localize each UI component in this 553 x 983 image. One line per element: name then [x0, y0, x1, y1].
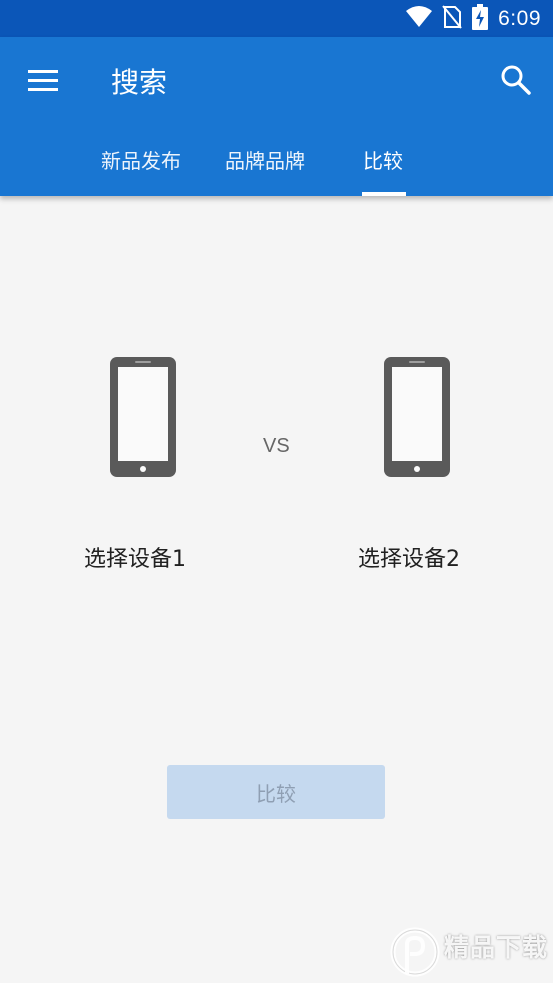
- wifi-icon: [406, 6, 433, 32]
- device-1-selector[interactable]: [108, 355, 178, 479]
- search-button[interactable]: [499, 63, 533, 97]
- device-2-selector[interactable]: [382, 355, 452, 479]
- watermark-text: 精品下载: [444, 933, 549, 962]
- page-title: 搜索: [111, 66, 168, 99]
- no-sim-icon: [442, 5, 462, 33]
- search-icon: [501, 65, 531, 95]
- select-device-1-label[interactable]: 选择设备1: [84, 541, 186, 573]
- watermark: 精品下载: [388, 922, 553, 983]
- tab-new-releases[interactable]: 新品发布: [101, 145, 181, 174]
- vs-label: VS: [263, 435, 290, 457]
- smartphone-icon: [110, 357, 176, 477]
- battery-charging-icon: [472, 4, 489, 34]
- compare-button[interactable]: 比较: [167, 765, 385, 819]
- tab-compare[interactable]: 比较: [363, 145, 403, 174]
- menu-icon: [28, 70, 58, 91]
- watermark-logo-icon: [390, 927, 440, 977]
- status-bar: 6:09: [0, 0, 553, 37]
- status-icons: 6:09: [406, 4, 541, 34]
- status-time: 6:09: [498, 7, 541, 30]
- tab-brands[interactable]: 品牌品牌: [225, 145, 305, 174]
- app-bar: 搜索 新品发布 品牌品牌 比较: [0, 37, 553, 196]
- menu-button[interactable]: [22, 63, 64, 97]
- select-device-2-label[interactable]: 选择设备2: [358, 541, 460, 573]
- tab-bar: 新品发布 品牌品牌 比较: [0, 137, 553, 196]
- compare-button-label: 比较: [256, 781, 296, 806]
- tab-indicator: [362, 192, 406, 196]
- smartphone-icon: [384, 357, 450, 477]
